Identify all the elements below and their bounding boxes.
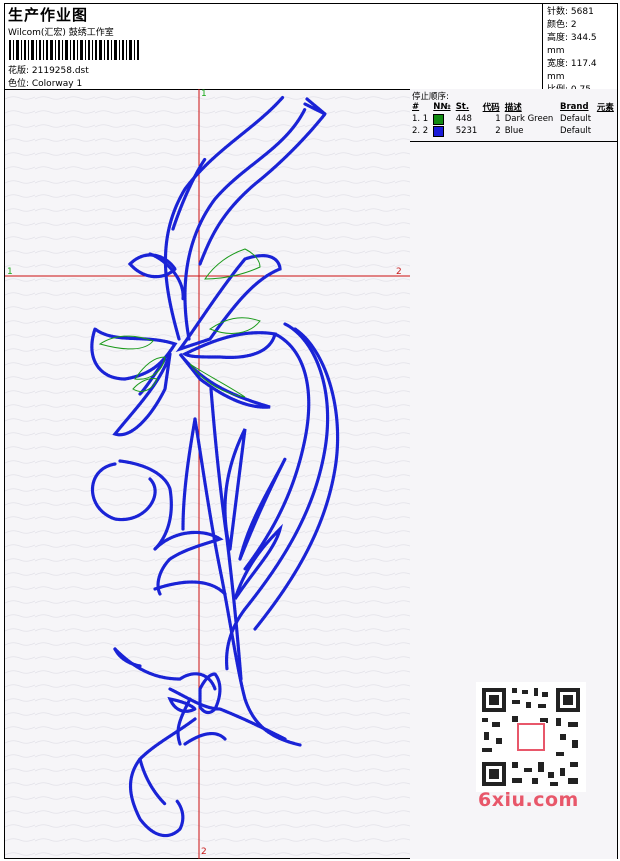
stats-panel: 针数: 5681 颜色: 2 高度: 344.5 mm 宽度: 117.4 mm… — [542, 4, 617, 95]
axis-left-label: 1 — [7, 267, 13, 277]
col-index: # — [412, 102, 420, 112]
table-row: 2. 2 5231 2 Blue Default — [410, 125, 617, 137]
axis-bottom-label: 2 — [201, 847, 207, 857]
row-stitches: 448 — [455, 114, 472, 124]
colorway-label: 色位: Colorway 1 — [8, 79, 83, 89]
embroidery-design — [5, 89, 410, 859]
studio-name: Wilcom(汇宏) 鼓绣工作室 — [8, 28, 114, 38]
col-brand: Brand — [560, 102, 589, 112]
axis-right-label: 2 — [396, 267, 402, 277]
stitch-count: 针数: 5681 — [547, 7, 594, 17]
qr-code — [476, 682, 586, 792]
color-swatch — [431, 113, 453, 125]
row-description: Blue — [504, 126, 524, 136]
stop-sequence-table: # N№ St. 代码 描述 Brand 元素 1. 1 448 1 Dark … — [410, 101, 617, 137]
row-code: 1 — [495, 114, 501, 124]
row-description: Dark Green — [504, 114, 554, 124]
col-number: N№ — [433, 102, 451, 112]
watermark: 6xiu.com — [478, 789, 579, 811]
sheet-title: 生产作业图 — [8, 6, 89, 24]
row-index: 1. 1 — [412, 114, 429, 124]
stop-sequence-panel: 停止顺序: # N№ St. 代码 描述 Brand 元素 1. 1 448 1… — [410, 89, 617, 142]
col-element: 元素 — [596, 103, 614, 113]
col-description: 描述 — [504, 103, 522, 113]
header: 生产作业图 Wilcom(汇宏) 鼓绣工作室 花版: 2119258.dst 色… — [5, 4, 617, 95]
design-canvas: 1 2 1 2 — [5, 89, 411, 859]
row-index: 2. 2 — [412, 126, 429, 136]
axis-top-label: 1 — [201, 89, 207, 99]
design-width: 宽度: 117.4 mm — [547, 59, 597, 82]
row-brand: Default — [560, 126, 592, 136]
side-panel: 停止顺序: # N№ St. 代码 描述 Brand 元素 1. 1 448 1… — [410, 89, 617, 859]
table-row: 1. 1 448 1 Dark Green Default — [410, 113, 617, 125]
col-stitches: St. — [455, 102, 470, 112]
row-brand: Default — [560, 114, 592, 124]
design-file-label: 花版: 2119258.dst — [8, 66, 89, 76]
row-stitches: 5231 — [455, 126, 478, 136]
color-swatch — [431, 125, 453, 137]
barcode — [9, 40, 139, 60]
row-code: 2 — [495, 126, 501, 136]
production-sheet: 生产作业图 Wilcom(汇宏) 鼓绣工作室 花版: 2119258.dst 色… — [4, 3, 618, 859]
col-code: 代码 — [482, 103, 500, 113]
color-count: 颜色: 2 — [547, 20, 577, 30]
table-header-row: # N№ St. 代码 描述 Brand 元素 — [410, 101, 617, 113]
design-height: 高度: 344.5 mm — [547, 33, 597, 56]
